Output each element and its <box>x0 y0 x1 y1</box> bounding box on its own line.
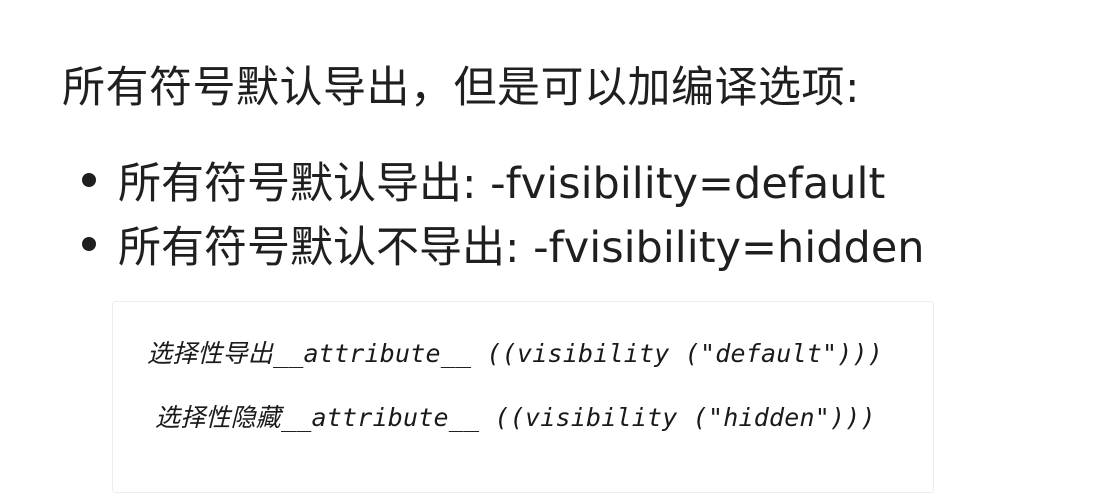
bullet-icon <box>82 237 96 251</box>
list-item: 所有符号默认导出: -fvisibility=default <box>82 148 925 212</box>
code-line-export: 选择性导出__attribute__ ((visibility ("defaul… <box>147 339 884 368</box>
list-item: 所有符号默认不导出: -fvisibility=hidden <box>82 212 925 276</box>
option-list: 所有符号默认导出: -fvisibility=default 所有符号默认不导出… <box>82 148 925 276</box>
code-line-hide: 选择性隐藏__attribute__ ((visibility ("hidden… <box>155 403 876 432</box>
bullet-icon <box>82 173 96 187</box>
list-item-text: 所有符号默认不导出: -fvisibility=hidden <box>118 223 925 273</box>
code-block: 选择性导出__attribute__ ((visibility ("defaul… <box>112 301 934 493</box>
page-heading: 所有符号默认导出，但是可以加编译选项: <box>62 63 860 113</box>
list-item-text: 所有符号默认导出: -fvisibility=default <box>118 159 886 209</box>
